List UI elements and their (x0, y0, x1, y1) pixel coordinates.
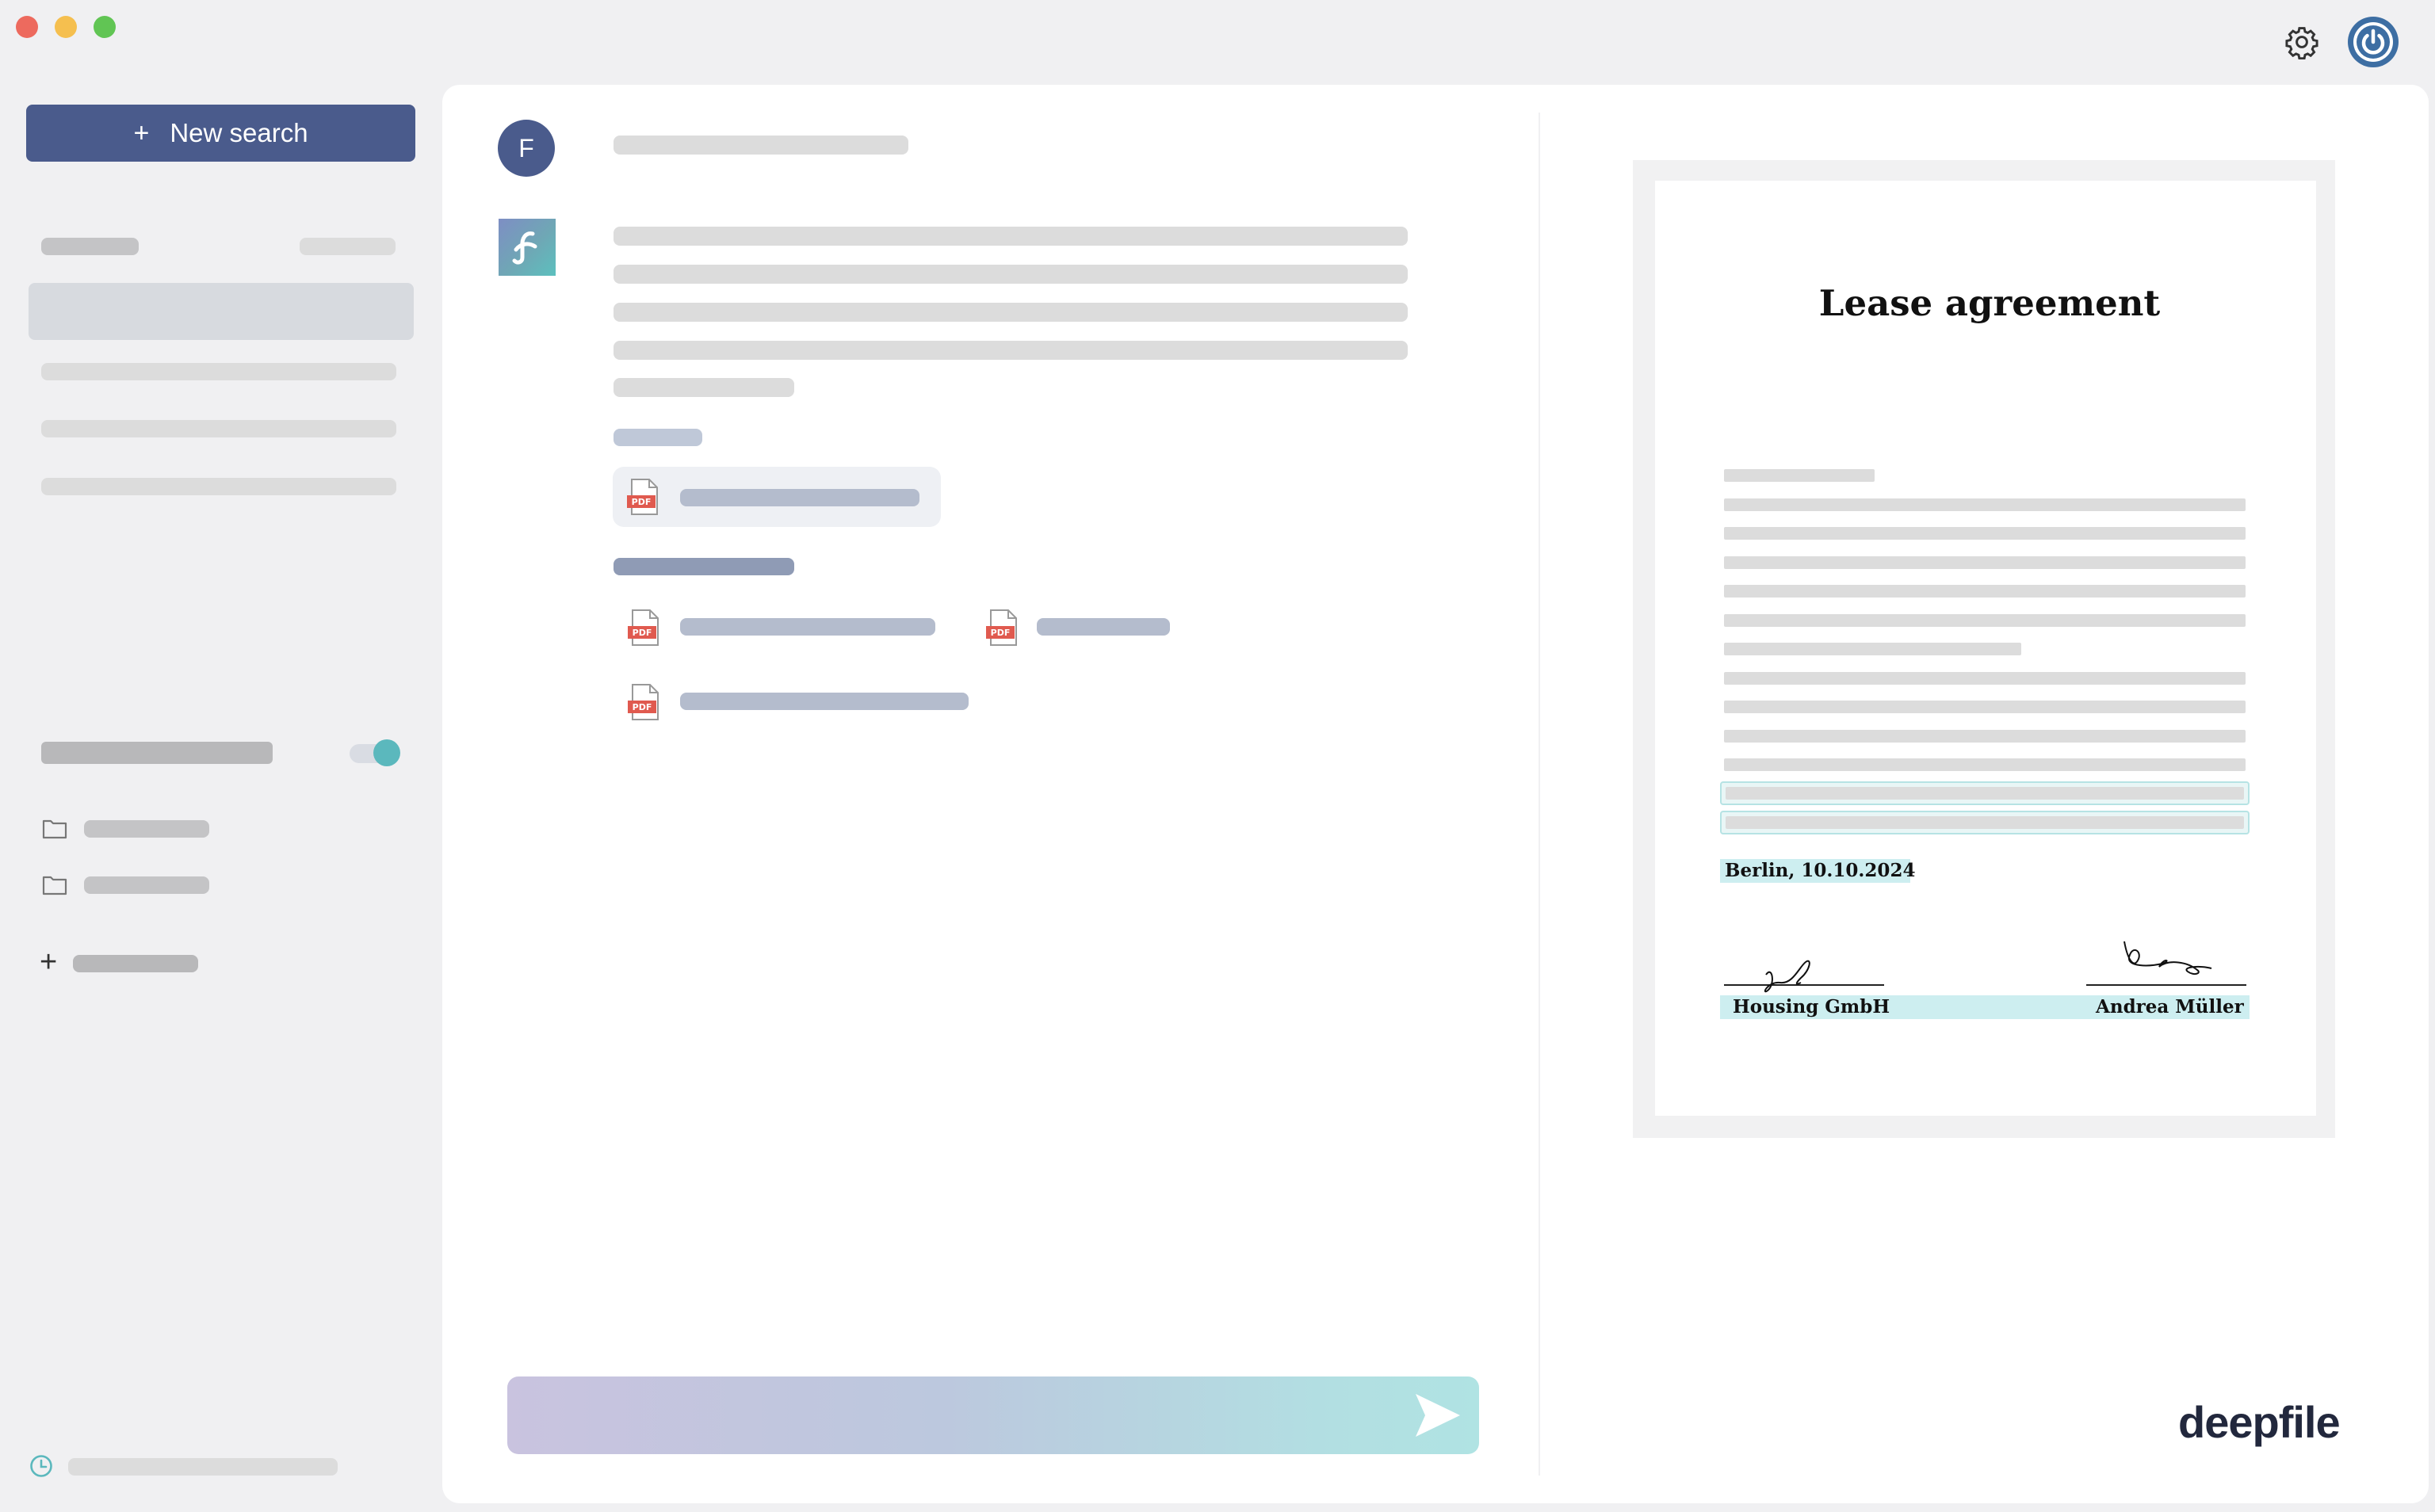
answer-line-placeholder (614, 265, 1408, 284)
svg-text:PDF: PDF (632, 497, 652, 507)
user-avatar: F (498, 120, 555, 177)
add-icon: + (40, 945, 58, 979)
minimize-window-button[interactable] (55, 16, 77, 38)
related-pdf-link[interactable]: PDF (626, 682, 975, 723)
history-item[interactable] (41, 420, 396, 437)
source-pdf-chip[interactable]: PDF (613, 467, 941, 527)
pdf-file-icon: PDF (628, 684, 659, 720)
new-search-label: New search (170, 118, 308, 147)
power-icon (2353, 22, 2393, 62)
document-line-placeholder (1724, 469, 1875, 482)
folders-header-placeholder (41, 742, 273, 764)
history-item[interactable] (41, 478, 396, 495)
document-date-line: Berlin, 10.10.2024 (1725, 860, 1916, 881)
folder-item[interactable] (41, 815, 216, 843)
folder-name-placeholder (84, 876, 209, 894)
document-line-placeholder (1724, 758, 2246, 771)
pdf-file-icon: PDF (986, 609, 1017, 646)
brand-logo: deepfile (2178, 1397, 2341, 1447)
document-line-placeholder (1724, 672, 2246, 685)
related-pdf-link[interactable]: PDF (626, 607, 943, 648)
gear-icon (2285, 27, 2318, 60)
send-icon (1416, 1394, 1460, 1437)
pdf-name-placeholder (680, 489, 919, 506)
signature-line-right (2086, 984, 2246, 986)
footer-label-placeholder (68, 1458, 338, 1476)
folder-icon (42, 876, 67, 895)
document-line-placeholder (1724, 730, 2246, 743)
document-line-placeholder (1724, 643, 2021, 655)
new-search-button[interactable]: + New search (26, 105, 415, 162)
pdf-file-icon: PDF (627, 479, 658, 515)
pdf-name-placeholder (680, 693, 969, 710)
panel-divider (1539, 113, 1540, 1476)
source-heading-placeholder (614, 429, 702, 446)
signature-left-icon (1764, 960, 1810, 993)
folder-item[interactable] (41, 871, 216, 899)
document-line-placeholder (1726, 816, 2244, 829)
history-item[interactable] (41, 363, 396, 380)
toggle-knob (373, 739, 400, 766)
folder-icon (42, 819, 67, 839)
pdf-file-icon: PDF (628, 609, 659, 646)
add-folder-button[interactable]: + (40, 945, 206, 979)
signature-right-icon (2123, 941, 2212, 976)
svg-text:PDF: PDF (991, 628, 1011, 638)
document-line-placeholder (1724, 498, 2246, 511)
answer-line-placeholder (614, 227, 1408, 246)
document-line-placeholder (1724, 614, 2246, 627)
zoom-window-button[interactable] (94, 16, 116, 38)
folder-name-placeholder (84, 820, 209, 838)
history-header-placeholder (41, 238, 139, 255)
history-footer[interactable] (29, 1452, 346, 1480)
document-line-placeholder (1724, 527, 2246, 540)
svg-text:PDF: PDF (633, 628, 652, 638)
settings-button[interactable] (2284, 25, 2319, 60)
user-avatar-letter: F (518, 133, 534, 162)
add-folder-label-placeholder (73, 955, 198, 972)
answer-line-placeholder (614, 303, 1408, 322)
related-pdf-link[interactable]: PDF (984, 607, 1175, 648)
deepfile-logo-icon (512, 231, 537, 265)
pdf-name-placeholder (680, 618, 935, 636)
history-header-action-placeholder[interactable] (300, 238, 396, 255)
send-button[interactable] (1411, 1389, 1463, 1441)
folders-toggle[interactable] (350, 739, 400, 766)
document-line-placeholder (1724, 585, 2246, 598)
chat-input[interactable] (507, 1376, 1479, 1454)
signer-left-name: Housing GmbH (1733, 996, 1890, 1018)
document-line-placeholder (1724, 556, 2246, 569)
signer-right-name: Andrea Müller (2096, 996, 2244, 1018)
history-item-selected[interactable] (29, 283, 414, 340)
related-heading-placeholder (614, 558, 794, 575)
document-line-placeholder (1724, 701, 2246, 713)
clock-icon (30, 1455, 52, 1477)
answer-line-placeholder (614, 341, 1408, 360)
close-window-button[interactable] (16, 16, 38, 38)
power-button[interactable] (2348, 17, 2399, 67)
document-line-placeholder (1726, 787, 2244, 800)
pdf-name-placeholder (1037, 618, 1170, 636)
answer-line-placeholder (614, 378, 794, 397)
document-title: Lease agreement (1818, 282, 2161, 324)
svg-text:PDF: PDF (633, 702, 652, 712)
user-message-placeholder (614, 136, 908, 155)
assistant-avatar (499, 219, 556, 276)
plus-icon: + (133, 117, 150, 148)
